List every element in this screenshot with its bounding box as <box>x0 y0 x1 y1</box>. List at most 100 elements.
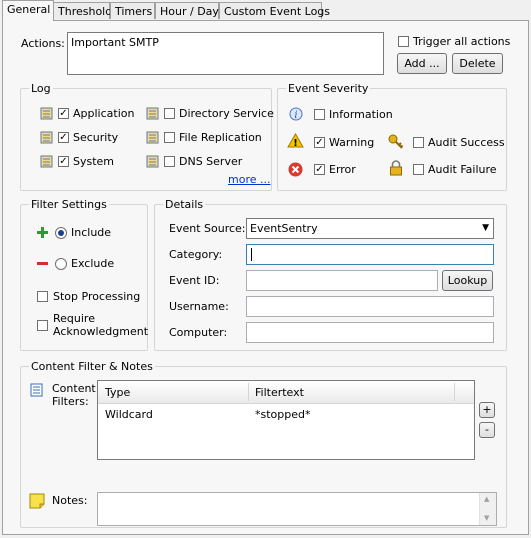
tab-timers[interactable]: Timers <box>110 2 155 19</box>
severity-audit-failure-label: Audit Failure <box>428 163 497 176</box>
dropdown-arrow-icon: ▼ <box>482 223 489 233</box>
svg-text:!: ! <box>293 138 298 148</box>
username-label: Username: <box>169 300 229 313</box>
content-filter-icon <box>30 383 43 397</box>
add-filter-button[interactable]: + <box>479 402 495 418</box>
computer-label: Computer: <box>169 326 228 339</box>
notes-scrollbar[interactable]: ▲ ▼ <box>479 493 496 525</box>
stop-processing-label: Stop Processing <box>53 290 141 303</box>
table-row[interactable]: Wildcard *stopped* <box>98 405 474 423</box>
scroll-up-icon[interactable]: ▲ <box>484 495 489 503</box>
event-source-value: EventSentry <box>250 222 318 235</box>
severity-information-label: Information <box>329 108 393 121</box>
column-header-filtertext[interactable]: Filtertext <box>255 386 304 399</box>
exclude-label: Exclude <box>71 257 115 270</box>
severity-audit-success-label: Audit Success <box>428 136 505 149</box>
log-file-replication-checkbox[interactable] <box>164 132 175 143</box>
category-input[interactable] <box>246 244 494 265</box>
content-filters-label-1: Content <box>52 382 96 395</box>
log-system-checkbox[interactable]: ✓ <box>58 156 69 167</box>
tab-general[interactable]: General <box>2 0 54 21</box>
actions-list[interactable]: Important SMTP <box>67 32 384 75</box>
log-file-replication-label: File Replication <box>179 131 262 144</box>
log-title: Log <box>29 82 53 95</box>
log-security-label: Security <box>73 131 119 144</box>
key-icon <box>388 134 404 149</box>
actions-item[interactable]: Important SMTP <box>71 36 159 49</box>
event-log-icon <box>40 155 53 168</box>
event-source-label: Event Source: <box>169 222 246 235</box>
more-logs-link[interactable]: more ... <box>228 173 270 186</box>
plus-icon <box>37 227 48 238</box>
tab-custom-event-logs[interactable]: Custom Event Logs <box>219 2 330 19</box>
category-label: Category: <box>169 248 223 261</box>
log-directory-service-label: Directory Service <box>179 107 274 120</box>
details-title: Details <box>163 198 206 211</box>
event-log-icon <box>40 107 53 120</box>
log-application-label: Application <box>73 107 135 120</box>
tab-label: General <box>7 3 51 16</box>
content-filters-table[interactable]: Type Filtertext Wildcard *stopped* <box>97 380 475 460</box>
include-label: Include <box>71 226 112 239</box>
trigger-all-actions-label: Trigger all actions <box>413 35 511 48</box>
log-system-label: System <box>73 155 115 168</box>
lock-icon <box>390 160 402 176</box>
text-cursor <box>251 248 252 261</box>
severity-error-checkbox[interactable]: ✓ <box>314 164 325 175</box>
table-cell-filtertext: *stopped* <box>255 408 311 421</box>
log-directory-service-checkbox[interactable] <box>164 108 175 119</box>
require-acknowledgment-label-1: Require <box>53 312 95 325</box>
event-log-icon <box>146 107 159 120</box>
stop-processing-checkbox[interactable] <box>37 291 48 302</box>
notes-textarea[interactable]: ▲ ▼ <box>97 492 497 526</box>
scroll-down-icon[interactable]: ▼ <box>484 514 489 522</box>
severity-warning-checkbox[interactable]: ✓ <box>314 137 325 148</box>
log-dns-server-checkbox[interactable] <box>164 156 175 167</box>
log-dns-server-label: DNS Server <box>179 155 243 168</box>
content-filter-notes-title: Content Filter & Notes <box>29 360 155 373</box>
event-id-label: Event ID: <box>169 274 220 287</box>
information-icon: i <box>289 107 303 121</box>
severity-audit-success-checkbox[interactable] <box>413 137 424 148</box>
exclude-radio[interactable] <box>55 258 67 270</box>
event-id-input[interactable] <box>246 270 438 291</box>
username-input[interactable] <box>246 296 494 317</box>
delete-action-button[interactable]: Delete <box>452 53 503 74</box>
actions-label: Actions: <box>21 37 65 50</box>
log-application-checkbox[interactable]: ✓ <box>58 108 69 119</box>
warning-icon: ! <box>287 133 304 148</box>
column-divider <box>248 383 249 401</box>
remove-filter-button[interactable]: - <box>479 422 495 438</box>
tab-label: Custom Event Logs <box>224 5 331 18</box>
severity-audit-failure-checkbox[interactable] <box>413 164 424 175</box>
content-filters-label-2: Filters: <box>52 395 89 408</box>
table-cell-type: Wildcard <box>105 408 153 421</box>
tab-label: Hour / Day <box>160 5 219 18</box>
notes-label: Notes: <box>52 494 88 507</box>
event-source-dropdown[interactable]: EventSentry ▼ <box>246 218 494 239</box>
minus-icon <box>37 262 48 265</box>
add-action-button[interactable]: Add ... <box>397 53 447 74</box>
column-header-type[interactable]: Type <box>105 386 130 399</box>
event-log-icon <box>146 155 159 168</box>
notes-icon <box>29 493 45 509</box>
lookup-button[interactable]: Lookup <box>442 270 493 291</box>
tab-hour-day[interactable]: Hour / Day <box>155 2 219 19</box>
trigger-all-actions-checkbox[interactable] <box>398 36 409 47</box>
event-log-icon <box>146 131 159 144</box>
tab-label: Threshold <box>58 5 113 18</box>
severity-error-label: Error <box>329 163 356 176</box>
severity-information-checkbox[interactable] <box>314 109 325 120</box>
log-security-checkbox[interactable]: ✓ <box>58 132 69 143</box>
tab-threshold[interactable]: Threshold <box>53 2 113 19</box>
filter-settings-title: Filter Settings <box>29 198 109 211</box>
computer-input[interactable] <box>246 322 494 343</box>
event-severity-title: Event Severity <box>286 82 371 95</box>
error-icon <box>288 162 303 177</box>
svg-text:i: i <box>294 110 297 121</box>
tab-label: Timers <box>115 5 153 18</box>
table-header: Type Filtertext <box>98 381 474 404</box>
require-acknowledgment-checkbox[interactable] <box>37 320 48 331</box>
require-acknowledgment-label-2: Acknowledgment <box>53 325 149 338</box>
include-radio[interactable] <box>55 227 67 239</box>
